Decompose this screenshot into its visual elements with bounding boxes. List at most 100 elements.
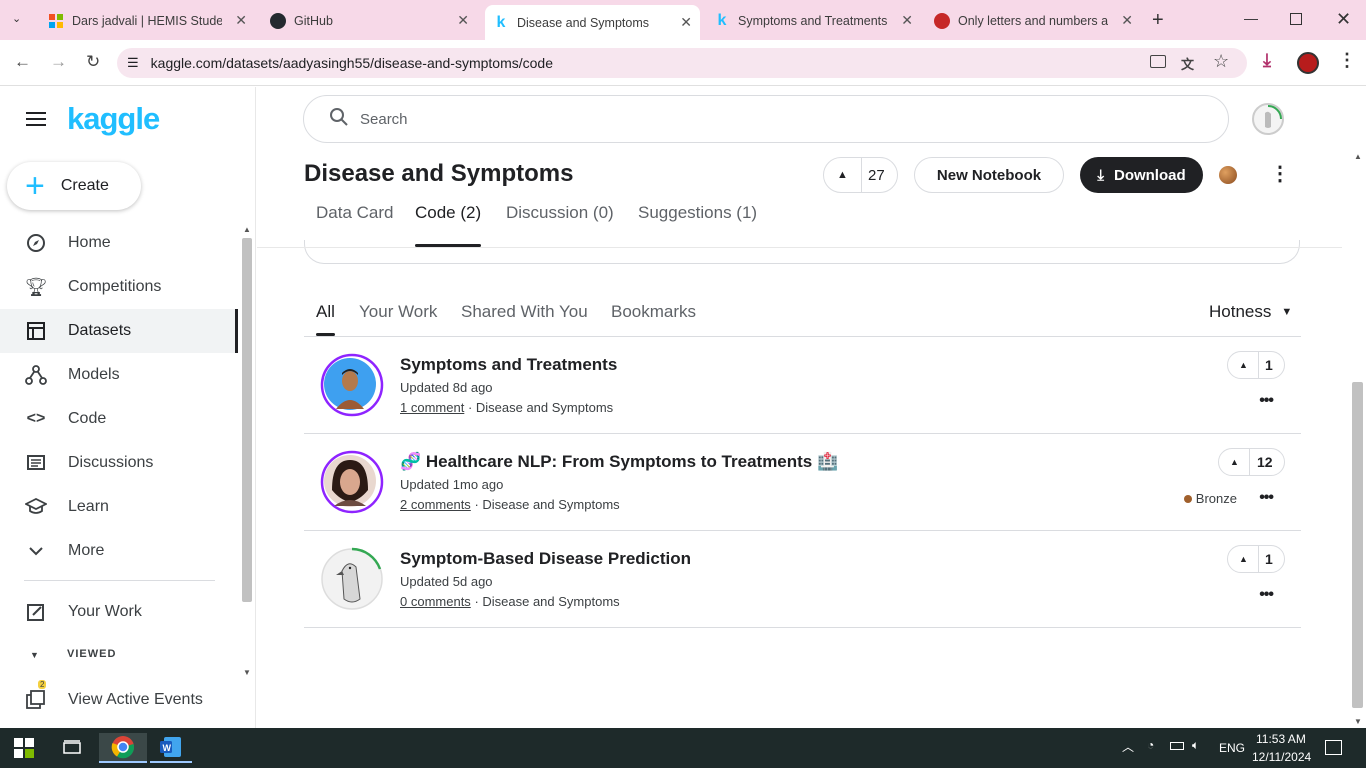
filter-tab-all[interactable]: All [316, 302, 335, 336]
upvote-arrow-icon: ▲ [837, 169, 848, 181]
upvote-button[interactable]: ▲ 1 [1227, 351, 1285, 379]
clock-time[interactable]: 11:53 AM [1256, 732, 1306, 746]
scroll-up-arrow-icon[interactable]: ▲ [243, 225, 251, 234]
new-tab-icon[interactable]: + [1152, 9, 1164, 32]
comments-link[interactable]: 0 comments [400, 594, 471, 609]
minimize-icon[interactable]: — [1244, 10, 1258, 26]
url-text: kaggle.com/datasets/aadyasingh55/disease… [150, 55, 553, 71]
viewed-collapse-icon[interactable]: ▼ [30, 650, 39, 660]
sidebar-item-datasets[interactable]: Datasets [0, 309, 238, 353]
browser-tab-only-letters[interactable]: Only letters and numbers all ✕ [926, 5, 1141, 36]
window-close-icon[interactable]: ✕ [1336, 9, 1351, 30]
restore-icon[interactable] [1290, 13, 1302, 25]
new-notebook-button[interactable]: New Notebook [914, 157, 1064, 193]
close-icon[interactable]: ✕ [901, 12, 913, 29]
close-icon[interactable]: ✕ [457, 12, 469, 29]
windows-start-icon[interactable] [12, 733, 36, 763]
author-avatar[interactable] [320, 353, 384, 417]
url-field[interactable]: ☰ kaggle.com/datasets/aadyasingh55/disea… [117, 48, 1247, 78]
main-scroll-thumb[interactable] [1352, 382, 1363, 708]
vote-divider [1258, 352, 1259, 378]
task-view-icon[interactable] [60, 733, 84, 763]
close-icon[interactable]: ✕ [1121, 12, 1133, 29]
sidebar-item-your-work[interactable]: Your Work [0, 590, 238, 634]
browser-menu-icon[interactable]: ⋮ [1338, 50, 1356, 71]
word-taskbar-icon[interactable]: W [150, 733, 192, 763]
close-icon[interactable]: ✕ [680, 14, 692, 31]
scroll-up-arrow-icon[interactable]: ▲ [1354, 152, 1362, 161]
sort-dropdown[interactable]: Hotness ▼ [1209, 302, 1292, 322]
chrome-taskbar-icon[interactable] [99, 733, 147, 763]
download-button[interactable]: ⤓ Download [1080, 157, 1203, 193]
sidebar-item-active-events[interactable]: 2 View Active Events [0, 678, 238, 722]
browser-tab-hemis[interactable]: Dars jadvali | HEMIS Student ✕ [40, 5, 255, 36]
author-avatar[interactable] [320, 450, 384, 514]
sidebar-item-competitions[interactable]: 🏆︎ Competitions [0, 265, 238, 309]
search-bar[interactable]: Search [303, 95, 1229, 143]
row-options-icon[interactable]: ••• [1259, 392, 1274, 410]
sidebar-item-label: Models [68, 366, 120, 383]
viewed-section-label: VIEWED [67, 648, 117, 660]
notebook-row[interactable]: 🧬 Healthcare NLP: From Symptoms to Treat… [304, 434, 1301, 531]
author-avatar[interactable] [320, 547, 384, 611]
hidden-search-field-edge [304, 240, 1300, 264]
trophy-icon: 🏆︎ [24, 276, 48, 297]
browser-tab-github[interactable]: GitHub ✕ [262, 5, 477, 36]
site-info-icon[interactable]: ☰ [127, 55, 139, 71]
hamburger-menu-icon[interactable] [26, 112, 46, 130]
bookmark-star-icon[interactable]: ☆ [1213, 51, 1229, 72]
browser-tab-symptoms[interactable]: k Symptoms and Treatments | ✕ [706, 5, 921, 36]
upvote-button[interactable]: ▲ 1 [1227, 545, 1285, 573]
windows-grid-icon [48, 13, 64, 29]
notifications-icon[interactable] [1325, 740, 1342, 755]
row-options-icon[interactable]: ••• [1259, 489, 1274, 507]
sidebar-item-learn[interactable]: Learn [0, 485, 238, 529]
dataset-upvote-button[interactable]: ▲ 27 [823, 157, 898, 193]
browser-tab-disease[interactable]: k Disease and Symptoms ✕ [485, 5, 700, 40]
upvote-button[interactable]: ▲ 12 [1218, 448, 1285, 476]
create-button[interactable]: + Create [7, 162, 141, 210]
row-options-icon[interactable]: ••• [1259, 586, 1274, 604]
filter-tab-shared[interactable]: Shared With You [461, 302, 588, 336]
notebook-title[interactable]: 🧬 Healthcare NLP: From Symptoms to Treat… [400, 452, 838, 472]
translate-icon[interactable]: 文 [1181, 54, 1194, 73]
bronze-medal-icon [1183, 494, 1192, 503]
volume-icon[interactable]: 🔈︎ [1192, 738, 1199, 753]
comments-link[interactable]: 2 comments [400, 497, 471, 512]
back-icon[interactable]: ← [14, 52, 31, 72]
comments-link[interactable]: 1 comment [400, 400, 464, 415]
notebook-row[interactable]: Symptom-Based Disease Prediction Updated… [304, 531, 1301, 628]
battery-icon[interactable] [1170, 742, 1184, 750]
kaggle-logo[interactable]: kaggle [67, 101, 160, 137]
filter-tab-bookmarks[interactable]: Bookmarks [611, 302, 696, 336]
notebook-title[interactable]: Symptom-Based Disease Prediction [400, 549, 691, 569]
more-options-icon[interactable]: ⋮ [1270, 164, 1290, 184]
tab-search-chevron-icon[interactable]: ⌄ [12, 12, 21, 25]
reload-icon[interactable]: ↻ [86, 52, 100, 72]
show-hidden-icons-icon[interactable]: ︿ [1122, 738, 1134, 755]
wifi-icon[interactable]: ◔ [1147, 738, 1154, 752]
input-language[interactable]: ENG [1219, 741, 1245, 755]
notebook-row[interactable]: Symptoms and Treatments Updated 8d ago 1… [304, 337, 1301, 434]
download-label: Download [1113, 166, 1186, 184]
user-avatar[interactable] [1252, 103, 1284, 135]
sidebar-item-label: Learn [68, 498, 109, 515]
profile-avatar-icon[interactable] [1297, 52, 1319, 74]
sidebar-scroll-thumb[interactable] [242, 238, 252, 602]
close-icon[interactable]: ✕ [235, 12, 247, 29]
sidebar-item-more[interactable]: More [0, 529, 238, 573]
sidebar-item-home[interactable]: Home [0, 221, 238, 265]
scroll-down-arrow-icon[interactable]: ▼ [243, 668, 251, 677]
sidebar-item-models[interactable]: Models [0, 353, 238, 397]
sidebar-item-label: More [68, 542, 105, 559]
sidebar-item-discussions[interactable]: Discussions [0, 441, 238, 485]
scroll-down-arrow-icon[interactable]: ▼ [1354, 717, 1362, 726]
kaggle-k-icon: k [717, 11, 727, 29]
forward-icon[interactable]: → [50, 52, 67, 72]
sidebar-item-code[interactable]: <> Code [0, 397, 238, 441]
downloads-icon[interactable]: ⤓ [1263, 50, 1271, 71]
install-app-icon[interactable] [1150, 55, 1166, 68]
notebook-title[interactable]: Symptoms and Treatments [400, 355, 617, 375]
filter-tab-your-work[interactable]: Your Work [359, 302, 437, 336]
clock-date[interactable]: 12/11/2024 [1252, 750, 1311, 764]
